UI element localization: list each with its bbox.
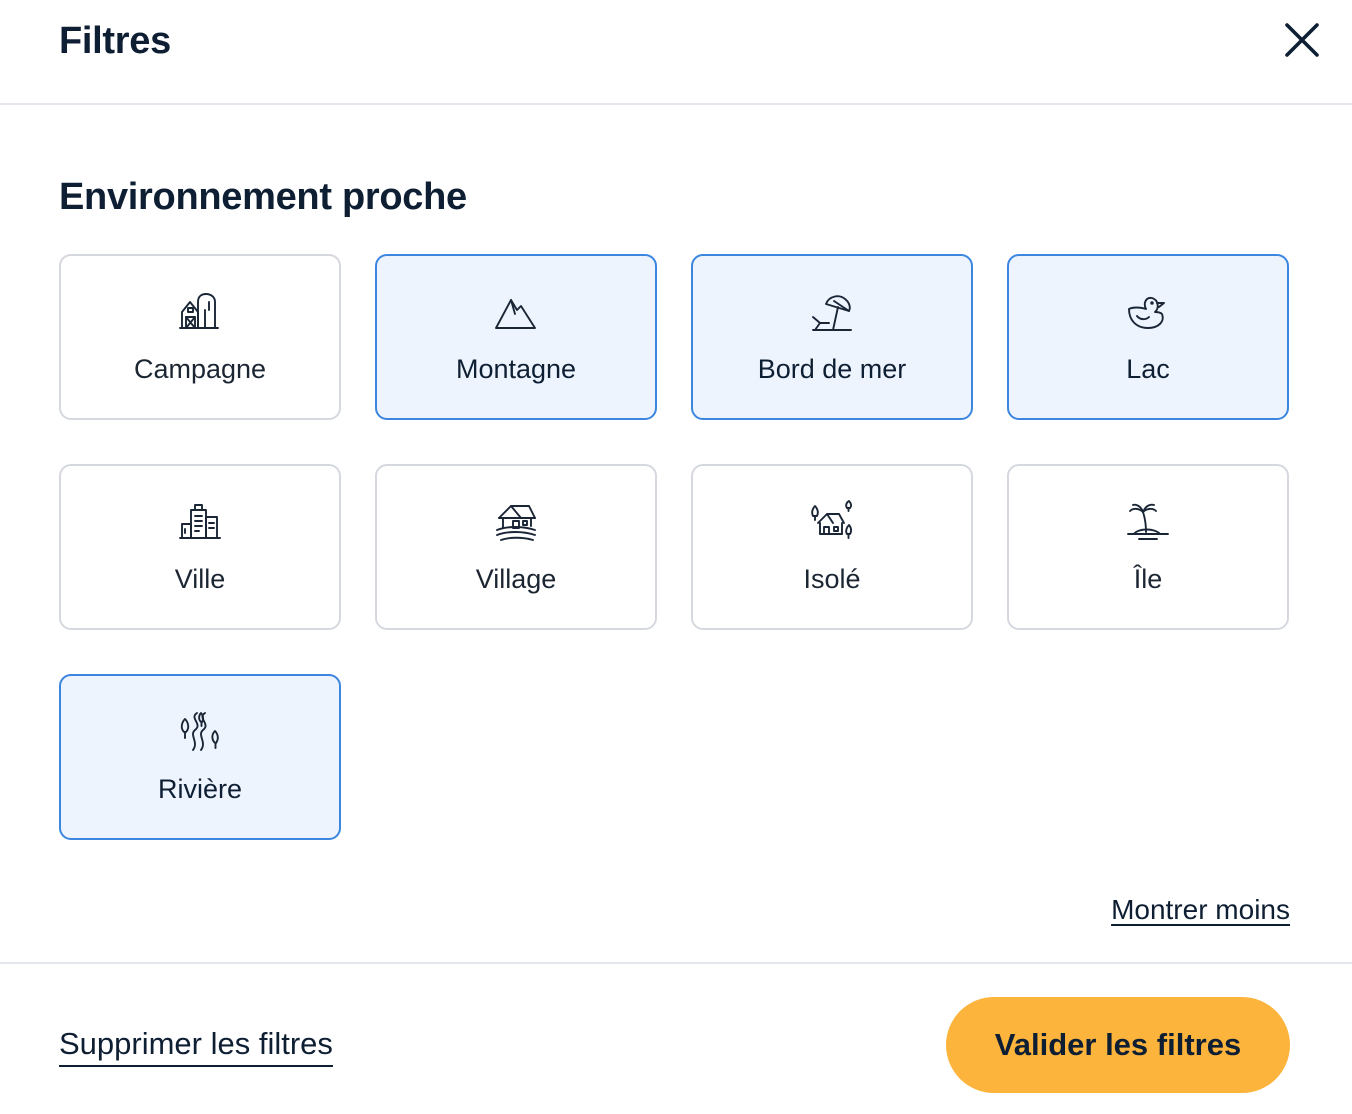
option-label: Isolé	[803, 564, 861, 594]
option-label: Village	[475, 564, 557, 594]
option-label: Île	[1133, 564, 1163, 594]
option-label: Rivière	[157, 774, 243, 804]
option-label: Montagne	[455, 354, 577, 384]
barn-icon	[177, 290, 223, 336]
river-trees-icon	[177, 710, 223, 756]
option-riviere[interactable]: Rivière	[59, 674, 341, 840]
isolated-house-icon	[809, 500, 855, 546]
show-less-link[interactable]: Montrer moins	[1111, 894, 1290, 926]
option-ile[interactable]: Île	[1007, 464, 1289, 630]
apply-filters-button[interactable]: Valider les filtres	[946, 997, 1290, 1093]
option-label: Campagne	[133, 354, 267, 384]
option-lac[interactable]: Lac	[1007, 254, 1289, 420]
modal-title: Filtres	[59, 20, 171, 62]
island-palm-icon	[1125, 500, 1171, 546]
mountain-icon	[493, 290, 539, 336]
option-village[interactable]: Village	[375, 464, 657, 630]
modal-footer: Supprimer les filtres Valider les filtre…	[0, 962, 1352, 1114]
option-campagne[interactable]: Campagne	[59, 254, 341, 420]
option-bord-de-mer[interactable]: Bord de mer	[691, 254, 973, 420]
modal-header: Filtres	[0, 0, 1352, 105]
duck-icon	[1125, 290, 1171, 336]
section-title: Environnement proche	[59, 176, 467, 218]
filters-modal: Filtres Environnement proche Campagne Mo…	[0, 0, 1352, 1114]
option-isole[interactable]: Isolé	[691, 464, 973, 630]
close-icon	[1285, 23, 1319, 57]
option-label: Bord de mer	[757, 354, 907, 384]
close-button[interactable]	[1280, 18, 1324, 62]
option-label: Ville	[174, 564, 226, 594]
environment-options-grid: Campagne Montagne Bord de mer Lac Ville …	[59, 254, 1290, 840]
option-ville[interactable]: Ville	[59, 464, 341, 630]
option-montagne[interactable]: Montagne	[375, 254, 657, 420]
beach-umbrella-icon	[809, 290, 855, 336]
option-label: Lac	[1126, 354, 1170, 384]
city-buildings-icon	[177, 500, 223, 546]
clear-filters-link[interactable]: Supprimer les filtres	[59, 1026, 333, 1067]
village-house-icon	[493, 500, 539, 546]
